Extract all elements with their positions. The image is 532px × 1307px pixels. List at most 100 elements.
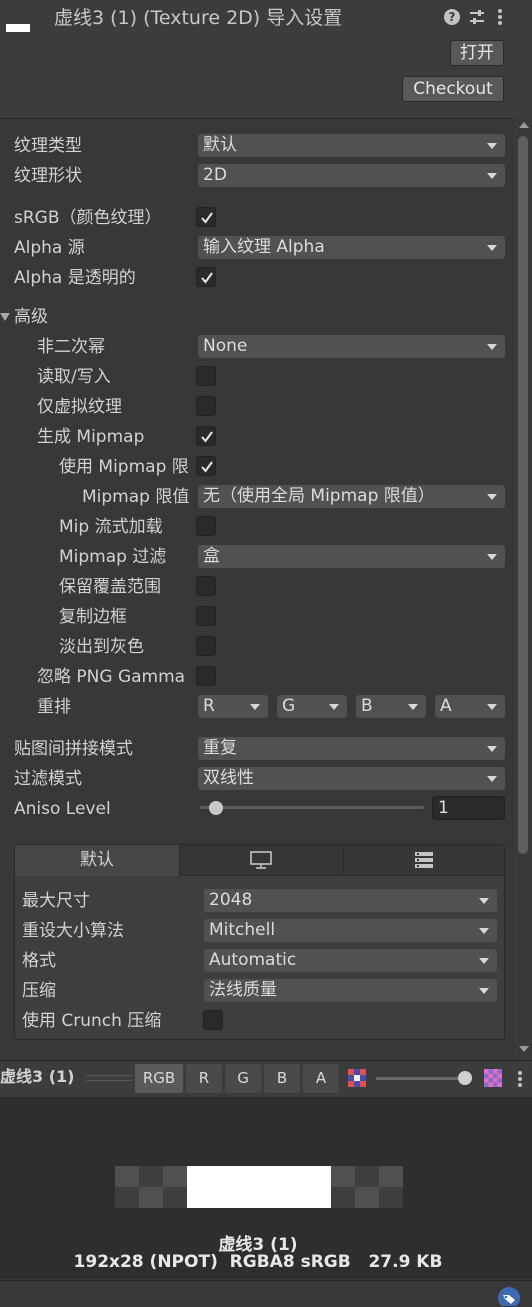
format-label: 格式 bbox=[22, 951, 56, 971]
wrap-mode-dropdown[interactable]: 重复 bbox=[198, 737, 505, 760]
toolbar-grip bbox=[86, 1075, 132, 1076]
check-icon bbox=[201, 272, 213, 284]
help-icon[interactable]: ? bbox=[444, 9, 460, 25]
swizzle-b-value: B bbox=[361, 696, 373, 716]
preview-toolbar-title: 虚线3 (1) bbox=[0, 1067, 75, 1086]
preserve-coverage-label: 保留覆盖范围 bbox=[59, 577, 161, 597]
swizzle-g-dropdown[interactable]: G bbox=[277, 695, 347, 718]
mip-slider-handle[interactable] bbox=[458, 1071, 472, 1085]
format-value: Automatic bbox=[209, 950, 297, 970]
more-vert-icon[interactable] bbox=[515, 1070, 525, 1088]
alpha-source-dropdown[interactable]: 输入纹理 Alpha bbox=[198, 236, 505, 259]
chevron-down-icon bbox=[487, 173, 497, 179]
scroll-down-arrow[interactable] bbox=[519, 1046, 529, 1052]
advanced-foldout-header[interactable]: 高级 bbox=[14, 306, 48, 328]
virtual-texture-checkbox[interactable] bbox=[196, 396, 216, 416]
aniso-value: 1 bbox=[438, 798, 449, 818]
filter-mode-label: 过滤模式 bbox=[14, 769, 82, 789]
channel-r-button[interactable]: R bbox=[186, 1064, 222, 1093]
sliders-icon[interactable] bbox=[468, 8, 486, 26]
swizzle-r-dropdown[interactable]: R bbox=[198, 695, 268, 718]
chevron-down-icon bbox=[487, 554, 497, 560]
scroll-up-arrow[interactable] bbox=[519, 122, 529, 128]
tab-standalone[interactable] bbox=[180, 845, 344, 876]
open-button[interactable]: 打开 bbox=[450, 40, 504, 66]
mipmap-limit-value: 无（使用全局 Mipmap 限值） bbox=[203, 486, 435, 506]
format-dropdown[interactable]: Automatic bbox=[204, 949, 497, 972]
aniso-slider-track[interactable] bbox=[200, 806, 424, 809]
texture-type-label: 纹理类型 bbox=[14, 136, 82, 156]
mip-slider-track[interactable] bbox=[376, 1077, 468, 1080]
virtual-texture-label: 仅虚拟纹理 bbox=[37, 397, 122, 417]
mip-streaming-label: Mip 流式加载 bbox=[59, 517, 163, 537]
npot-value: None bbox=[203, 336, 248, 356]
read-write-checkbox[interactable] bbox=[196, 366, 216, 386]
scrollbar-thumb[interactable] bbox=[518, 136, 528, 854]
chevron-down-icon bbox=[329, 704, 339, 710]
asset-label-icon[interactable] bbox=[496, 1286, 522, 1306]
swizzle-label: 重排 bbox=[37, 697, 71, 717]
chevron-down-icon bbox=[487, 776, 497, 782]
mip-small-icon bbox=[348, 1069, 366, 1087]
monitor-icon bbox=[250, 851, 272, 869]
channel-a-button[interactable]: A bbox=[303, 1064, 339, 1093]
swizzle-a-value: A bbox=[440, 696, 452, 716]
tab-server[interactable] bbox=[344, 845, 504, 876]
aniso-slider-handle[interactable] bbox=[209, 801, 223, 815]
check-icon bbox=[201, 461, 213, 473]
chevron-down-icon bbox=[408, 704, 418, 710]
alpha-transparent-checkbox[interactable] bbox=[196, 267, 216, 287]
toolbar-grip bbox=[86, 1080, 132, 1081]
server-icon bbox=[415, 852, 433, 868]
swizzle-b-dropdown[interactable]: B bbox=[356, 695, 426, 718]
border-mip-checkbox[interactable] bbox=[196, 606, 216, 626]
footer-bar bbox=[0, 1280, 532, 1307]
srgb-checkbox[interactable] bbox=[196, 207, 216, 227]
more-vert-icon[interactable] bbox=[494, 8, 506, 26]
chevron-down-icon bbox=[479, 988, 489, 994]
foldout-arrow-icon[interactable] bbox=[0, 313, 10, 321]
npot-label: 非二次幂 bbox=[37, 337, 105, 357]
resize-algorithm-dropdown[interactable]: Mitchell bbox=[204, 919, 497, 942]
gen-mipmap-label: 生成 Mipmap bbox=[37, 427, 145, 447]
compression-value: 法线质量 bbox=[209, 980, 277, 1000]
fadeout-checkbox[interactable] bbox=[196, 636, 216, 656]
mipmap-limit-dropdown[interactable]: 无（使用全局 Mipmap 限值） bbox=[198, 485, 505, 508]
aniso-level-label: Aniso Level bbox=[14, 799, 111, 819]
compression-dropdown[interactable]: 法线质量 bbox=[204, 979, 497, 1002]
channel-g-button[interactable]: G bbox=[225, 1064, 261, 1093]
check-icon bbox=[201, 212, 213, 224]
checkout-button[interactable]: Checkout bbox=[402, 76, 504, 102]
mip-streaming-checkbox[interactable] bbox=[196, 516, 216, 536]
chevron-down-icon bbox=[479, 928, 489, 934]
texture-asset-icon bbox=[6, 24, 30, 32]
channel-b-button[interactable]: B bbox=[264, 1064, 300, 1093]
texture-shape-label: 纹理形状 bbox=[14, 166, 82, 186]
max-size-value: 2048 bbox=[209, 890, 253, 910]
tab-default[interactable]: 默认 bbox=[15, 845, 180, 876]
texture-type-dropdown[interactable]: 默认 bbox=[198, 134, 505, 157]
border-mip-label: 复制边框 bbox=[59, 607, 127, 627]
swizzle-a-dropdown[interactable]: A bbox=[435, 695, 505, 718]
aniso-value-field[interactable]: 1 bbox=[432, 796, 505, 820]
use-mipmap-limit-checkbox[interactable] bbox=[196, 456, 216, 476]
wrap-mode-label: 贴图间拼接模式 bbox=[14, 739, 133, 759]
filter-mode-dropdown[interactable]: 双线性 bbox=[198, 767, 505, 790]
gen-mipmap-checkbox[interactable] bbox=[196, 426, 216, 446]
preserve-coverage-checkbox[interactable] bbox=[196, 576, 216, 596]
mipmap-filter-dropdown[interactable]: 盒 bbox=[198, 545, 505, 568]
crunch-label: 使用 Crunch 压缩 bbox=[22, 1011, 162, 1031]
texture-shape-dropdown[interactable]: 2D bbox=[198, 164, 505, 187]
ignore-png-gamma-checkbox[interactable] bbox=[196, 666, 216, 686]
preview-info: 192x28 (NPOT) RGBA8 sRGB 27.9 KB bbox=[73, 1252, 443, 1272]
resize-algorithm-value: Mitchell bbox=[209, 920, 276, 940]
crunch-checkbox[interactable] bbox=[203, 1010, 223, 1030]
texture-type-value: 默认 bbox=[203, 135, 237, 155]
chevron-down-icon bbox=[487, 344, 497, 350]
channel-rgb-button[interactable]: RGB bbox=[135, 1064, 183, 1093]
max-size-dropdown[interactable]: 2048 bbox=[204, 889, 497, 912]
alpha-source-value: 输入纹理 Alpha bbox=[203, 237, 325, 257]
chevron-down-icon bbox=[487, 746, 497, 752]
npot-dropdown[interactable]: None bbox=[198, 335, 505, 358]
texture-preview-image bbox=[115, 1166, 403, 1208]
